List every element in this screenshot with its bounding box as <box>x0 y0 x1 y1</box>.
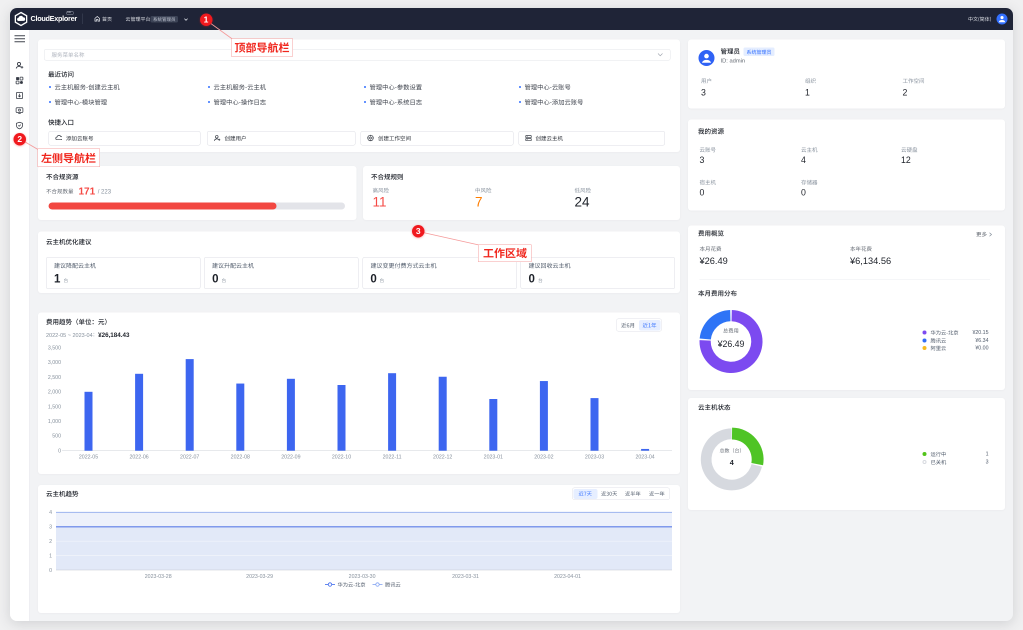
svg-text:2022-11: 2022-11 <box>383 455 402 461</box>
svg-text:2023-03: 2023-03 <box>585 455 604 461</box>
svg-text:2,500: 2,500 <box>48 375 61 381</box>
svg-text:2: 2 <box>49 539 52 545</box>
svg-text:3: 3 <box>49 525 52 531</box>
svg-text:1: 1 <box>49 553 52 559</box>
svg-text:2022-09: 2022-09 <box>281 455 300 461</box>
svg-text:1,500: 1,500 <box>48 404 61 410</box>
svg-text:500: 500 <box>52 434 61 440</box>
svg-text:2022-07: 2022-07 <box>180 455 199 461</box>
svg-text:2022-05: 2022-05 <box>79 455 98 461</box>
svg-text:2022-06: 2022-06 <box>129 455 148 461</box>
svg-text:2023-02: 2023-02 <box>534 455 553 461</box>
svg-text:1,000: 1,000 <box>48 419 61 425</box>
svg-text:2022-12: 2022-12 <box>433 455 452 461</box>
svg-text:4: 4 <box>49 510 52 516</box>
svg-text:3,500: 3,500 <box>48 345 61 351</box>
svg-text:2023-03-30: 2023-03-30 <box>349 574 376 580</box>
svg-text:3,000: 3,000 <box>48 360 61 366</box>
svg-text:2023-01: 2023-01 <box>484 455 503 461</box>
svg-text:0: 0 <box>58 448 61 454</box>
svg-text:2,000: 2,000 <box>48 390 61 396</box>
svg-text:2022-10: 2022-10 <box>332 455 351 461</box>
svg-text:2022-08: 2022-08 <box>231 455 250 461</box>
svg-text:2023-03-31: 2023-03-31 <box>452 574 479 580</box>
svg-text:2023-03-29: 2023-03-29 <box>246 574 273 580</box>
svg-text:2023-04: 2023-04 <box>635 455 654 461</box>
svg-text:0: 0 <box>49 568 52 574</box>
svg-text:2023-03-28: 2023-03-28 <box>145 574 172 580</box>
svg-text:2023-04-01: 2023-04-01 <box>554 574 581 580</box>
